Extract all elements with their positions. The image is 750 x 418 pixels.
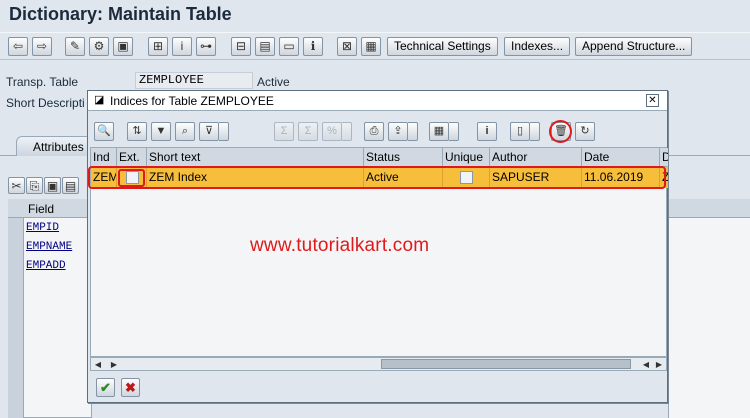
cut-icon[interactable]: ✂ [8, 177, 25, 194]
layout-icon[interactable]: ⊠ [337, 37, 357, 56]
watermark: www.tutorialkart.com [250, 235, 430, 256]
hierarchy-icon[interactable]: ⊶ [196, 37, 216, 56]
forward-icon[interactable]: ⇨ [32, 37, 52, 56]
where-used-icon[interactable]: ⊞ [148, 37, 168, 56]
indices-dialog: ◪ Indices for Table ZEMPLOYEE ✕ 🔍 ⇅ ▼ ⌕ … [87, 90, 668, 403]
scroll-right-small-icon[interactable]: ▶ [108, 359, 120, 370]
utilities-icon[interactable]: ▭ [279, 37, 299, 56]
technical-settings-button[interactable]: Technical Settings [387, 37, 498, 56]
transp-table-field[interactable]: ZEMPLOYEE [135, 72, 253, 89]
column-header-status[interactable]: Status [364, 148, 443, 167]
short-description-label: Short Descripti [6, 96, 85, 110]
scroll-left-end-icon[interactable]: ◀ [640, 359, 652, 370]
table-icon[interactable]: ⊟ [231, 37, 251, 56]
back-icon[interactable]: ⇦ [8, 37, 28, 56]
details-icon[interactable]: 🔍 [94, 122, 114, 141]
set-filter-icon[interactable]: ⊽ [199, 122, 219, 141]
dialog-toolbar: 🔍 ⇅ ▼ ⌕ ⊽ Σ Σ % ⎙ ⇪ ▦ i ▯ 🗑 ↻ [88, 119, 667, 143]
column-header-d[interactable]: D [660, 148, 668, 167]
paste-icon[interactable]: ▣ [44, 177, 61, 194]
page-title: Dictionary: Maintain Table [9, 4, 232, 24]
row-selector[interactable] [8, 256, 24, 275]
row-highlight-outline [88, 166, 666, 189]
object-list-icon[interactable]: ▦ [361, 37, 381, 56]
column-header-date[interactable]: Date [582, 148, 660, 167]
scroll-thumb[interactable] [381, 359, 631, 369]
display-change-icon[interactable]: ⚙ [89, 37, 109, 56]
percent-icon: % [322, 122, 342, 141]
column-header-author[interactable]: Author [490, 148, 582, 167]
fields-grid-right-header [668, 199, 750, 218]
layout-icon[interactable]: ▦ [429, 122, 449, 141]
info-icon[interactable]: ℹ [303, 37, 323, 56]
delete-highlight-circle [549, 120, 572, 143]
column-header-unique[interactable]: Unique [443, 148, 490, 167]
cancel-icon[interactable]: ✖ [121, 378, 140, 397]
column-header-short-text[interactable]: Short text [147, 148, 364, 167]
table-status: Active [257, 75, 290, 89]
row-selector[interactable] [8, 218, 24, 237]
edit-icon[interactable]: ✎ [65, 37, 85, 56]
application-toolbar: ⇦ ⇨ ✎ ⚙ ▣ ⊞ i ⊶ ⊟ ▤ ▭ ℹ ⊠ ▦ Technical Se… [0, 32, 750, 60]
filter-icon[interactable]: ▼ [151, 122, 171, 141]
ext-highlight-box [118, 169, 145, 187]
field-column-header: Field [28, 202, 55, 216]
field-row-empid[interactable]: EMPID [26, 218, 86, 237]
tab-attributes[interactable]: Attributes [16, 136, 94, 156]
insert-row-icon[interactable]: ▤ [62, 177, 79, 194]
dialog-title-bar: ◪ Indices for Table ZEMPLOYEE ✕ [88, 91, 667, 111]
dialog-title: Indices for Table ZEMPLOYEE [110, 94, 274, 108]
column-header-ext[interactable]: Ext. [117, 148, 147, 167]
transp-table-label: Transp. Table [6, 75, 79, 89]
indexes-button[interactable]: Indexes... [504, 37, 571, 56]
subtotal-icon: Σ [298, 122, 318, 141]
sort-ascending-icon[interactable]: ⇅ [127, 122, 147, 141]
horizontal-scrollbar[interactable]: ◀ ▶ ◀ ▶ [90, 357, 667, 371]
print-icon[interactable]: ⎙ [364, 122, 384, 141]
close-icon[interactable]: ✕ [646, 94, 659, 107]
export-icon[interactable]: ⇪ [388, 122, 408, 141]
field-row-empname[interactable]: EMPNAME [26, 237, 86, 256]
title-bar: Dictionary: Maintain Table [0, 0, 750, 32]
fields-grid-right [668, 199, 750, 418]
percent-dropdown [342, 122, 352, 141]
create-icon[interactable]: ▯ [510, 122, 530, 141]
create-dropdown[interactable] [530, 122, 540, 141]
field-row-empadd[interactable]: EMPADD [26, 256, 86, 275]
confirm-icon[interactable]: ✔ [96, 378, 115, 397]
check-icon[interactable]: i [172, 37, 192, 56]
scroll-left-icon[interactable]: ◀ [92, 359, 104, 370]
export-dropdown[interactable] [408, 122, 418, 141]
total-icon: Σ [274, 122, 294, 141]
scroll-right-icon[interactable]: ▶ [653, 359, 665, 370]
layout-dropdown[interactable] [449, 122, 459, 141]
copy-icon[interactable]: ⎘ [26, 177, 43, 194]
column-header-ind[interactable]: Ind [91, 148, 117, 167]
find-icon[interactable]: ⌕ [175, 122, 195, 141]
refresh-icon[interactable]: ↻ [575, 122, 595, 141]
dialog-footer: ✔ ✖ [88, 374, 667, 402]
dialog-window-icon: ◪ [94, 94, 105, 106]
set-filter-dropdown[interactable] [219, 122, 229, 141]
activate-icon[interactable]: ▣ [113, 37, 133, 56]
row-selector[interactable] [8, 237, 24, 256]
contents-icon[interactable]: ▤ [255, 37, 275, 56]
info-icon[interactable]: i [477, 122, 497, 141]
append-structure-button[interactable]: Append Structure... [575, 37, 693, 56]
fields-grid-header: Field [8, 199, 92, 218]
row-selector[interactable] [8, 275, 24, 418]
